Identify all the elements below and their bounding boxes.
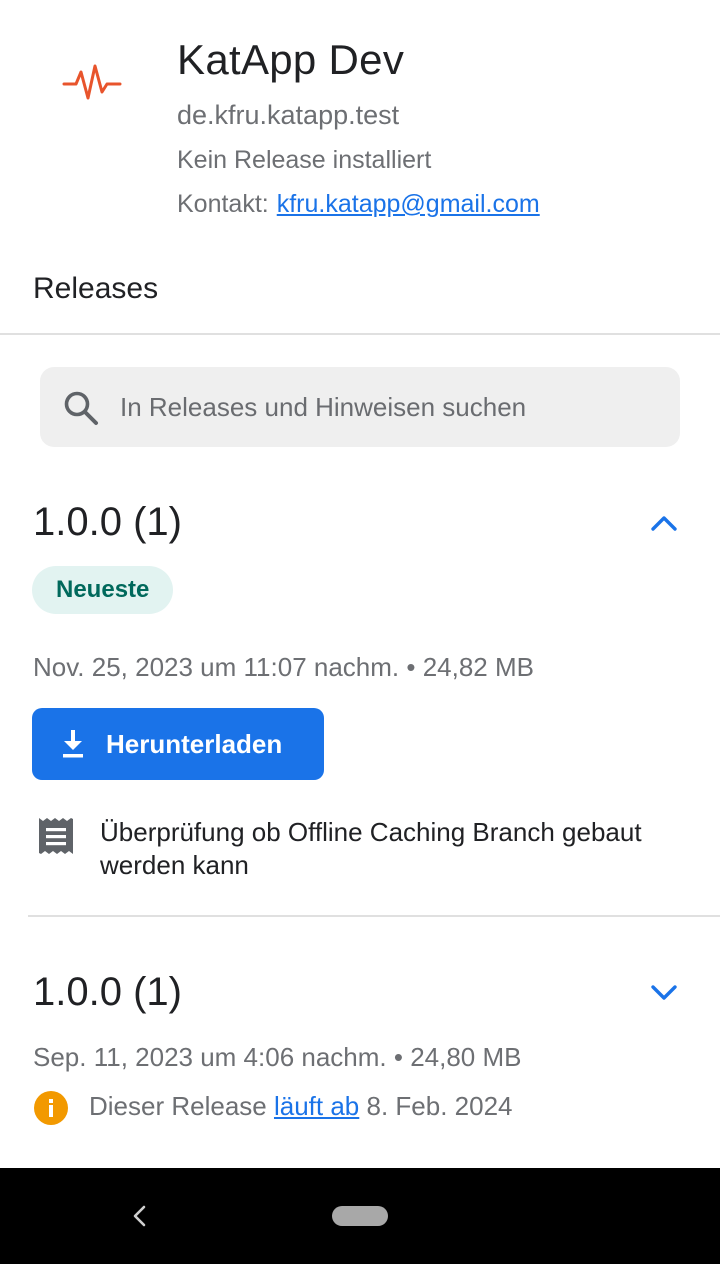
expiry-prefix: Dieser Release <box>89 1091 267 1121</box>
info-icon <box>34 1091 68 1125</box>
app-header: KatApp Dev de.kfru.katapp.test Kein Rele… <box>0 0 720 250</box>
search-input[interactable] <box>120 367 660 447</box>
back-icon[interactable] <box>124 1198 154 1234</box>
release-meta: Sep. 11, 2023 um 4:06 nachm. • 24,80 MB <box>33 1042 522 1072</box>
system-nav-bar <box>0 1168 720 1264</box>
release-meta: Nov. 25, 2023 um 11:07 nachm. • 24,82 MB <box>33 652 534 682</box>
pulse-icon <box>62 64 122 100</box>
contact-label: Kontakt: <box>177 190 269 218</box>
release-notes: Überprüfung ob Offline Caching Branch ge… <box>100 817 642 880</box>
chevron-up-icon[interactable] <box>644 503 684 543</box>
divider <box>0 333 720 335</box>
screen: KatApp Dev de.kfru.katapp.test Kein Rele… <box>0 0 720 1264</box>
download-icon <box>63 730 83 758</box>
app-title: KatApp Dev <box>177 36 405 83</box>
search-icon <box>64 391 98 425</box>
install-status: Kein Release installiert <box>177 146 432 174</box>
divider <box>28 915 720 917</box>
release-version: 1.0.0 (1) <box>33 970 182 1014</box>
search-bar[interactable] <box>40 367 680 447</box>
chevron-down-icon[interactable] <box>644 972 684 1012</box>
latest-badge: Neueste <box>32 566 174 614</box>
receipt-icon <box>39 818 73 854</box>
release-version: 1.0.0 (1) <box>33 500 182 544</box>
contact-row: Kontakt: kfru.katapp@gmail.com <box>177 190 540 219</box>
expiry-date: 8. Feb. 2024 <box>366 1091 513 1121</box>
download-button-label: Herunterladen <box>106 728 283 759</box>
download-button[interactable]: Herunterladen <box>32 708 324 780</box>
expiry-link[interactable]: läuft ab <box>274 1091 359 1121</box>
home-pill[interactable] <box>332 1206 388 1226</box>
releases-heading: Releases <box>33 272 159 305</box>
contact-email-link[interactable]: kfru.katapp@gmail.com <box>277 190 540 218</box>
expiry-text: Dieser Release läuft ab 8. Feb. 2024 <box>89 1091 513 1122</box>
app-package-name: de.kfru.katapp.test <box>177 100 400 130</box>
